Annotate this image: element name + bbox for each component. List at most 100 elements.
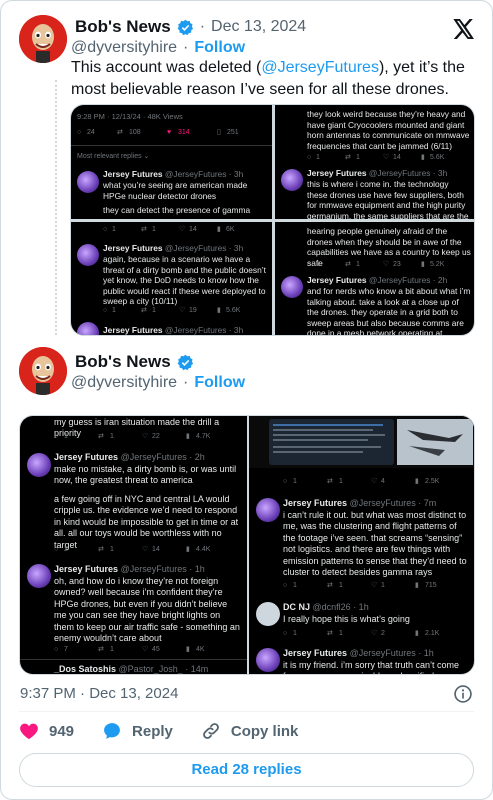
stat-value: 1 <box>152 307 156 314</box>
reply-avatar <box>27 564 51 588</box>
pane-stats: ○ 1 ⇄ 1 ♡ 14 ▮ 5.6K <box>307 153 474 165</box>
stat-value: 1 <box>110 546 114 553</box>
reply-text: what you’re seeing are american made HPG… <box>103 180 248 201</box>
reply-bubble-icon <box>104 723 120 739</box>
reply-header: Jersey Futures @JerseyFutures · 3h <box>103 243 268 254</box>
reply-text: I really hope this is what’s going <box>283 614 410 624</box>
screenshot-pane-2[interactable]: they look weird because they’re heavy an… <box>275 105 474 219</box>
reply-button[interactable]: Reply <box>102 721 173 741</box>
author-name[interactable]: Bob's News <box>75 17 171 37</box>
stat-value: 1 <box>64 433 68 440</box>
stat-value: 22 <box>152 433 160 440</box>
stat-value: 1 <box>356 154 360 161</box>
reply-text: oh, and how do i know they’re not foreig… <box>54 576 240 644</box>
pane-stats: ○ 1 ⇄ 1 ♡ 2 ▮ 2.1K <box>283 628 474 640</box>
reply-handle: @JerseyFutures · 2h <box>368 275 448 285</box>
stat-value: 1 <box>339 630 343 637</box>
follow-button[interactable]: Follow <box>194 374 245 392</box>
stat-value: 715 <box>425 582 437 589</box>
reply-header: Jersey Futures @JerseyFutures · 2h <box>54 452 243 463</box>
like-count: 949 <box>49 722 75 740</box>
divider <box>19 711 474 712</box>
screenshot-pane-3[interactable]: ○ 1 ⇄ 1 ♡ 14 ▮ 6K Jersey Futures @JerseyFutu… <box>71 222 272 335</box>
relevant-replies-label: Most relevant replies ⌄ <box>77 153 150 160</box>
mention-link[interactable]: @JerseyFutures <box>261 59 379 76</box>
author-name[interactable]: Bob's News <box>75 352 171 372</box>
reply-handle: @JerseyFutures · 1h <box>349 648 434 658</box>
screenshot-pane-1[interactable]: 9:28 PM · 12/13/24 · 48K Views ○ 24 ⇄ 108 … <box>71 105 272 219</box>
pane-stats: ○ 1 ⇄ 1 ♡ 22 ▮ 4.7K <box>54 431 247 443</box>
read-replies-button[interactable]: Read 28 replies <box>19 753 474 787</box>
reply-handle: @JerseyFutures · 3h <box>164 169 244 179</box>
pane-stats: ○ 1 ⇄ 1 ♡ 1 ▮ 715 <box>283 580 474 592</box>
stat-value: 1 <box>112 307 116 314</box>
screenshot-pane-6[interactable]: ○ 1 ⇄ 1 ♡ 4 ▮ 2.5K Jersey Futures @JerseyFut… <box>249 416 474 674</box>
stat-value: 6K <box>226 226 235 233</box>
stat-value: 2.5K <box>425 478 440 485</box>
divider <box>71 145 272 146</box>
stat-value: 4 <box>381 478 385 485</box>
screenshot-pane-5[interactable]: my guess is iran situation made the dril… <box>20 416 247 674</box>
pane-stats: ○ 7 ⇄ 1 ♡ 45 ▮ 4K <box>54 644 247 656</box>
stat-value: 314 <box>178 129 190 136</box>
post-timestamp[interactable]: 9:37 PM · Dec 13, 2024 <box>20 685 178 702</box>
reply-name: Jersey Futures <box>103 243 163 253</box>
stat-value: 1 <box>316 154 320 161</box>
reply-name: Jersey Futures <box>103 169 163 179</box>
like-button[interactable]: 949 <box>19 722 74 740</box>
heart-icon <box>20 723 38 740</box>
pane-header: 9:28 PM · 12/13/24 · 48K Views <box>77 112 183 121</box>
stat-value: 14 <box>393 154 401 161</box>
verified-badge-icon <box>177 354 193 370</box>
stat-value: 1 <box>339 582 343 589</box>
author-handle[interactable]: @dyversityhire <box>71 374 177 392</box>
stat-value: 1 <box>110 646 114 653</box>
reply-avatar <box>77 322 99 335</box>
stat-value: 1 <box>293 478 297 485</box>
stat-value: 1 <box>293 582 297 589</box>
reply-header: Jersey Futures @JerseyFutures · 3h <box>103 325 268 335</box>
reply-name: Jersey Futures <box>307 168 367 178</box>
pane-stats: ○ 1 ⇄ 1 ♡ 14 ▮ 6K <box>103 225 272 237</box>
stat-value: 1 <box>112 226 116 233</box>
author-handle[interactable]: @dyversityhire <box>71 39 177 57</box>
retweet-icon: ⇄ <box>117 129 123 136</box>
reply-avatar <box>281 169 303 191</box>
follow-button[interactable]: Follow <box>194 39 245 57</box>
reply-avatar <box>77 244 99 266</box>
stat-value: 1 <box>381 582 385 589</box>
author-avatar[interactable] <box>19 347 67 395</box>
reply-handle: @JerseyFutures · 2h <box>120 452 205 462</box>
pane-stats: ○ 1 ⇄ 1 ♡ 4 ▮ 2.5K <box>283 476 474 488</box>
bookmark-icon: ▯ <box>217 129 221 136</box>
reply-name: Jersey Futures <box>283 498 348 508</box>
reply-header: Jersey Futures @JerseyFutures · 3h <box>307 168 472 179</box>
copy-link-button[interactable]: Copy link <box>201 721 298 741</box>
stat-value: 23 <box>393 261 401 268</box>
reply-handle: @JerseyFutures · 3h <box>368 168 448 178</box>
reply-handle: @JerseyFutures · 3h <box>164 325 244 335</box>
info-icon[interactable] <box>453 684 473 704</box>
separator-dot: · <box>183 39 189 56</box>
stat-value: 24 <box>87 129 95 136</box>
stat-value: 251 <box>227 129 239 136</box>
stat-value: 45 <box>152 646 160 653</box>
reply-text: a few going off in NYC and central LA wo… <box>54 494 239 550</box>
media-grid-2[interactable]: my guess is iran situation made the dril… <box>19 415 475 675</box>
reply-avatar <box>256 498 280 522</box>
avatar-image <box>19 347 67 395</box>
pane-stats: ○ 1 ⇄ 1 ♡ 19 ▮ 5.6K <box>103 306 272 318</box>
reply-handle: @dcnfl26 · 1h <box>312 602 369 612</box>
stat-value: 5.2K <box>430 261 445 268</box>
screenshot-pane-4[interactable]: hearing people genuinely afraid of the d… <box>275 222 474 335</box>
reply-name: _Dos Satoshis <box>54 664 117 674</box>
media-grid-1[interactable]: 9:28 PM · 12/13/24 · 48K Views ○ 24 ⇄ 108 … <box>70 104 475 336</box>
post-date[interactable]: Dec 13, 2024 <box>211 18 306 36</box>
reply-handle: @JerseyFutures · 1h <box>120 564 205 574</box>
x-logo-icon[interactable] <box>453 19 475 39</box>
like-icon: ♥ <box>167 129 172 136</box>
stat-value: 14 <box>152 546 160 553</box>
reply-avatar <box>27 453 51 477</box>
author-avatar[interactable] <box>19 15 67 63</box>
stat-value: 1 <box>110 433 114 440</box>
